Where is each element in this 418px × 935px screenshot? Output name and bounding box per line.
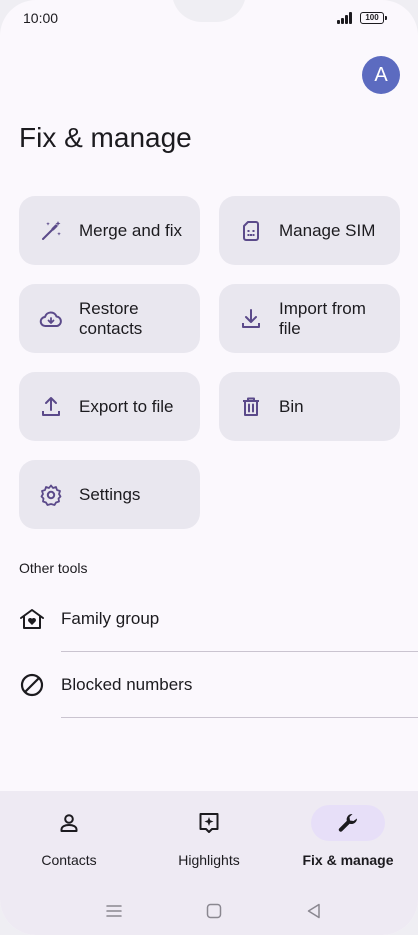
gear-icon [40, 484, 62, 506]
person-icon [60, 814, 78, 832]
list-item-label: Blocked numbers [61, 675, 193, 694]
nav-icon-container [311, 805, 385, 841]
tile-label: Import from file [279, 298, 366, 338]
nav-icon-container [172, 805, 246, 841]
upload-icon [42, 396, 60, 416]
magic-wand-icon [42, 220, 61, 240]
list-item-label: Family group [61, 609, 160, 628]
nav-label: Fix & manage [302, 852, 394, 868]
menu-icon[interactable] [104, 901, 124, 921]
tile-label: Export to file [79, 396, 174, 416]
highlights-icon [199, 813, 219, 833]
export-to-file-button[interactable]: Export to file [19, 372, 200, 441]
page-title: Fix & manage [19, 122, 192, 153]
merge-and-fix-button[interactable]: Merge and fix [19, 196, 200, 265]
section-heading: Other tools [19, 560, 88, 576]
import-from-file-button[interactable]: Import from file [219, 284, 400, 353]
manage-sim-button[interactable]: Manage SIM [219, 196, 400, 265]
divider [61, 717, 418, 718]
trash-icon [243, 397, 259, 416]
tile-label: Merge and fix [79, 220, 182, 240]
account-avatar[interactable]: A [362, 56, 400, 94]
restore-contacts-button[interactable]: Restore contacts [19, 284, 200, 353]
battery-icon: 100 [360, 12, 387, 24]
nav-label: Highlights [178, 852, 240, 868]
nav-contacts[interactable]: Contacts [9, 803, 129, 873]
status-time: 10:00 [23, 10, 59, 26]
family-group-item[interactable]: Family group [0, 586, 418, 652]
tile-label: Manage SIM [279, 220, 376, 240]
settings-button[interactable]: Settings [19, 460, 200, 529]
tile-label: Settings [79, 484, 141, 504]
tile-label: Bin [279, 396, 304, 416]
block-icon [20, 673, 44, 697]
screen: 10:00 100 A Fix & manage Merge and fix M… [0, 0, 418, 935]
sim-card-icon [243, 220, 259, 241]
tile-label: Restore contacts [79, 298, 143, 338]
bin-button[interactable]: Bin [219, 372, 400, 441]
nav-icon-container [32, 805, 106, 841]
signal-icon [337, 12, 355, 24]
download-icon [242, 308, 260, 328]
wrench-icon [338, 813, 358, 832]
family-home-icon [20, 609, 44, 629]
nav-label: Contacts [41, 852, 97, 868]
bottom-navigation: Contacts Highlights Fix & manage [0, 791, 418, 935]
blocked-numbers-item[interactable]: Blocked numbers [0, 652, 418, 718]
nav-fix-and-manage[interactable]: Fix & manage [288, 803, 408, 873]
home-icon[interactable] [204, 901, 224, 921]
back-icon[interactable] [304, 901, 324, 921]
nav-highlights[interactable]: Highlights [149, 803, 269, 873]
status-bar: 10:00 100 [0, 0, 418, 38]
cloud-restore-icon [39, 310, 62, 327]
